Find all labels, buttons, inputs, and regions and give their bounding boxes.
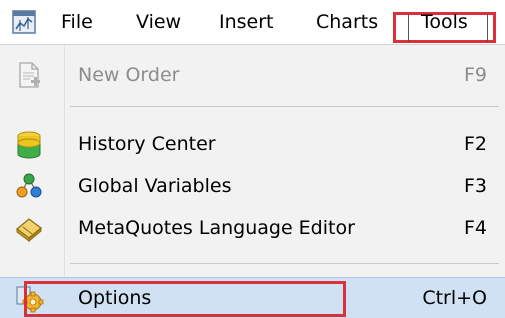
menu-item-shortcut: F4 [463, 217, 487, 239]
menu-insert[interactable]: Insert [219, 0, 274, 44]
metaquotes-editor-icon [16, 218, 42, 243]
menu-item-shortcut: F2 [463, 133, 487, 155]
menu-item-shortcut: F9 [463, 64, 487, 86]
menu-item-label: History Center [78, 133, 216, 155]
history-center-icon [17, 131, 41, 159]
menu-item-shortcut: Ctrl+O [422, 287, 487, 309]
menu-item-label: MetaQuotes Language Editor [78, 217, 355, 239]
global-variables-icon [16, 173, 42, 198]
tools-dropdown-menu: New Order F9 History Center F2 Global Va… [0, 45, 505, 318]
menu-bar: File View Insert Charts Tools [0, 0, 505, 45]
menu-item-global-variables[interactable]: Global Variables F3 [0, 165, 505, 207]
menu-view[interactable]: View [136, 0, 181, 44]
menu-separator [70, 263, 499, 264]
menu-separator [70, 106, 499, 107]
new-order-icon [19, 62, 40, 88]
menu-item-metaquotes-editor[interactable]: MetaQuotes Language Editor F4 [0, 207, 505, 249]
menu-item-shortcut: F3 [463, 175, 487, 197]
menu-item-label: New Order [78, 64, 180, 86]
menu-file[interactable]: File [61, 0, 93, 44]
menu-item-label: Global Variables [78, 175, 232, 197]
menu-item-history-center[interactable]: History Center F2 [0, 123, 505, 165]
menu-tools[interactable]: Tools [421, 0, 468, 44]
options-highlight-box [24, 281, 346, 317]
menu-item-new-order[interactable]: New Order F9 [0, 54, 505, 96]
app-icon [12, 10, 36, 34]
menu-charts[interactable]: Charts [316, 0, 378, 44]
